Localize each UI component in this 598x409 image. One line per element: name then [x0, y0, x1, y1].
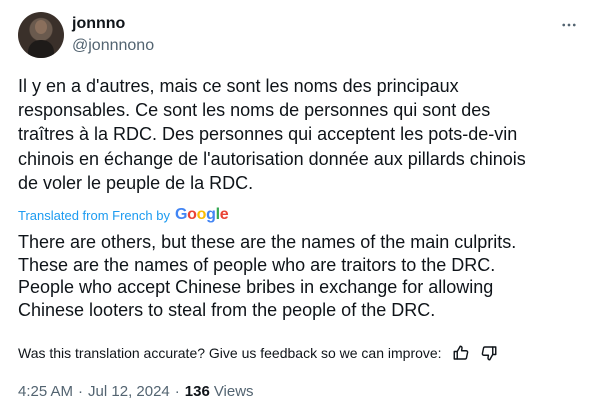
original-line: traîtres à la RDC. Des personnes qui acc… [18, 124, 518, 145]
feedback-prompt: Was this translation accurate? Give us f… [18, 345, 442, 361]
google-logo: Google [174, 206, 229, 223]
thumbs-down-button[interactable] [480, 344, 498, 362]
translation-line: These are the names of people who are tr… [18, 254, 496, 275]
more-options-button[interactable] [558, 14, 580, 36]
thumbs-down-icon [481, 346, 497, 361]
meta-separator: · [174, 383, 180, 400]
original-text: Il y en a d'autres, mais ce sont les nom… [18, 74, 584, 195]
meta-separator: · [78, 383, 84, 400]
thumbs-up-button[interactable] [452, 344, 470, 362]
original-line: chinois en échange de l'autorisation don… [18, 148, 526, 169]
author-name[interactable]: jonnno [72, 15, 125, 33]
translation-feedback: Was this translation accurate? Give us f… [18, 344, 498, 362]
original-line: responsables. Ce sont les noms de person… [18, 100, 491, 121]
translation-line: There are others, but these are the name… [18, 232, 517, 252]
post-meta: 4:25 AM · Jul 12, 2024 · 136 Views [18, 383, 254, 400]
original-line: de voler le peuple de la RDC. [18, 172, 254, 193]
more-horizontal-icon [562, 23, 576, 27]
post-date[interactable]: Jul 12, 2024 [88, 383, 170, 400]
translated-text: There are others, but these are the name… [18, 231, 584, 321]
views-label: Views [213, 383, 254, 400]
post-header: jonnno @jonnnono [18, 10, 584, 60]
avatar[interactable] [18, 12, 64, 58]
translation-line: Chinese looters to steal from the people… [18, 299, 436, 320]
post-time[interactable]: 4:25 AM [18, 383, 73, 400]
thumbs-up-icon [453, 345, 468, 360]
translation-line: People who accept Chinese bribes in exch… [18, 277, 494, 297]
author-handle[interactable]: @jonnnono [72, 37, 154, 55]
views-count[interactable]: 136 [185, 383, 210, 400]
translated-from-link[interactable]: Translated from French by Google [18, 206, 229, 224]
original-line: Il y en a d'autres, mais ce sont les nom… [18, 76, 459, 96]
translated-from-label: Translated from French by [18, 207, 170, 223]
